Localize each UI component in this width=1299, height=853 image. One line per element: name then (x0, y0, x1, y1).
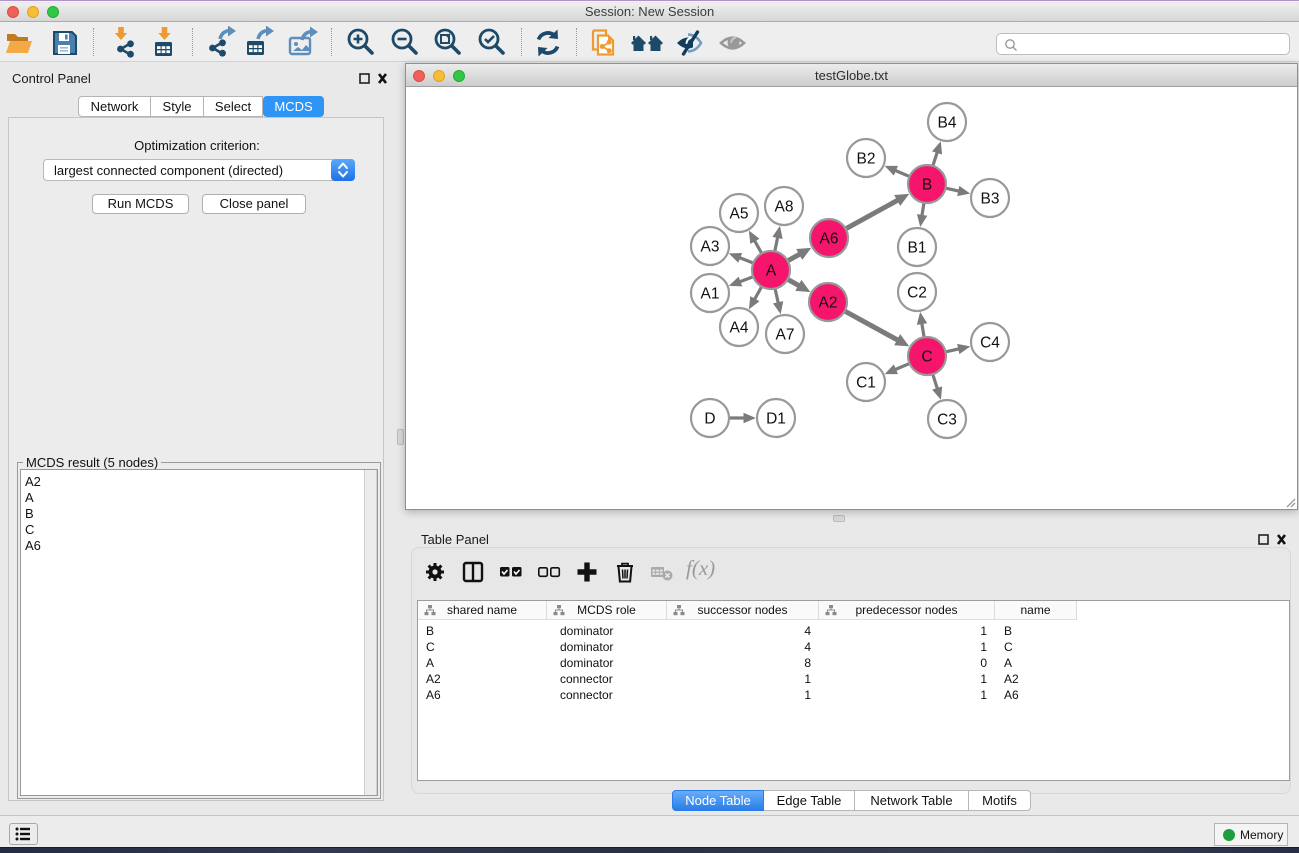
svg-text:B3: B3 (981, 191, 1000, 208)
svg-text:A3: A3 (701, 239, 720, 256)
svg-text:B: B (922, 177, 932, 194)
svg-text:C4: C4 (980, 335, 1000, 352)
svg-text:A6: A6 (820, 231, 839, 248)
svg-text:C: C (921, 349, 932, 366)
svg-text:A2: A2 (819, 295, 838, 312)
svg-text:C1: C1 (856, 375, 876, 392)
svg-text:A7: A7 (776, 327, 795, 344)
svg-text:A: A (766, 263, 777, 280)
svg-text:B4: B4 (938, 115, 957, 132)
svg-text:A8: A8 (775, 199, 794, 216)
svg-text:C3: C3 (937, 412, 957, 429)
svg-text:B1: B1 (908, 240, 927, 257)
svg-text:A5: A5 (730, 206, 749, 223)
svg-text:A1: A1 (701, 286, 720, 303)
svg-text:A4: A4 (730, 320, 749, 337)
svg-text:C2: C2 (907, 285, 927, 302)
svg-text:D: D (704, 411, 715, 428)
svg-text:B2: B2 (857, 151, 876, 168)
svg-text:D1: D1 (766, 411, 786, 428)
